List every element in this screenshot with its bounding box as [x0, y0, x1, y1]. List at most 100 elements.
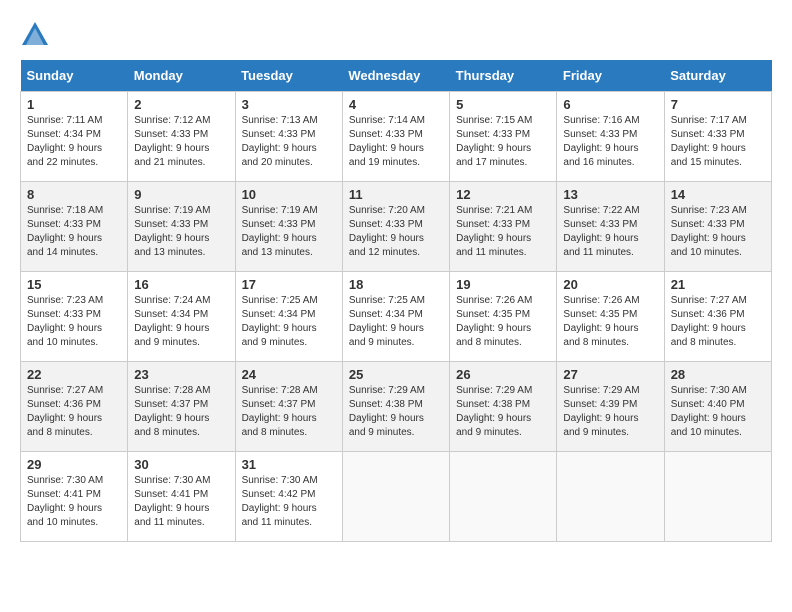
- calendar-cell: [450, 452, 557, 542]
- logo-icon: [20, 20, 50, 50]
- day-number: 23: [134, 367, 228, 382]
- day-info: Sunrise: 7:20 AMSunset: 4:33 PMDaylight:…: [349, 204, 443, 260]
- day-number: 21: [671, 277, 765, 292]
- calendar-cell: 18 Sunrise: 7:25 AMSunset: 4:34 PMDayligh…: [342, 272, 449, 362]
- page-header: [20, 20, 772, 50]
- day-number: 10: [242, 187, 336, 202]
- calendar-cell: 2Sunrise: 7:12 AMSunset: 4:33 PMDaylight…: [128, 92, 235, 182]
- day-info: Sunrise: 7:25 AMSunset: 4:34 PMDaylight:…: [242, 294, 336, 350]
- day-info: Sunrise: 7:13 AMSunset: 4:33 PMDaylight:…: [242, 114, 336, 170]
- day-number: 18: [349, 277, 443, 292]
- day-number: 13: [563, 187, 657, 202]
- day-info: Sunrise: 7:29 AMSunset: 4:38 PMDaylight:…: [349, 384, 443, 440]
- calendar-cell: 5Sunrise: 7:15 AMSunset: 4:33 PMDaylight…: [450, 92, 557, 182]
- day-number: 22: [27, 367, 121, 382]
- day-info: Sunrise: 7:26 AMSunset: 4:35 PMDaylight:…: [563, 294, 657, 350]
- day-number: 6: [563, 97, 657, 112]
- col-header-sunday: Sunday: [21, 60, 128, 92]
- calendar-cell: 9 Sunrise: 7:19 AMSunset: 4:33 PMDaylight…: [128, 182, 235, 272]
- day-info: Sunrise: 7:28 AMSunset: 4:37 PMDaylight:…: [134, 384, 228, 440]
- day-info: Sunrise: 7:19 AMSunset: 4:33 PMDaylight:…: [242, 204, 336, 260]
- calendar-cell: 4 Sunrise: 7:14 AMSunset: 4:33 PMDaylight…: [342, 92, 449, 182]
- day-info: Sunrise: 7:22 AMSunset: 4:33 PMDaylight:…: [563, 204, 657, 260]
- calendar-cell: 20 Sunrise: 7:26 AMSunset: 4:35 PMDayligh…: [557, 272, 664, 362]
- day-info: Sunrise: 7:27 AMSunset: 4:36 PMDaylight:…: [27, 384, 121, 440]
- day-number: 30: [134, 457, 228, 472]
- day-info: Sunrise: 7:28 AMSunset: 4:37 PMDaylight:…: [242, 384, 336, 440]
- day-number: 11: [349, 187, 443, 202]
- calendar-cell: 22 Sunrise: 7:27 AMSunset: 4:36 PMDayligh…: [21, 362, 128, 452]
- col-header-saturday: Saturday: [664, 60, 771, 92]
- calendar-cell: 11 Sunrise: 7:20 AMSunset: 4:33 PMDayligh…: [342, 182, 449, 272]
- day-info: Sunrise: 7:24 AMSunset: 4:34 PMDaylight:…: [134, 294, 228, 350]
- day-number: 14: [671, 187, 765, 202]
- calendar-table: SundayMondayTuesdayWednesdayThursdayFrid…: [20, 60, 772, 542]
- calendar-cell: 26 Sunrise: 7:29 AMSunset: 4:38 PMDayligh…: [450, 362, 557, 452]
- calendar-cell: 6Sunrise: 7:16 AMSunset: 4:33 PMDaylight…: [557, 92, 664, 182]
- day-number: 19: [456, 277, 550, 292]
- day-info: Sunrise: 7:30 AMSunset: 4:41 PMDaylight:…: [134, 474, 228, 530]
- day-info: Sunrise: 7:23 AMSunset: 4:33 PMDaylight:…: [671, 204, 765, 260]
- calendar-cell: 16 Sunrise: 7:24 AMSunset: 4:34 PMDayligh…: [128, 272, 235, 362]
- day-info: Sunrise: 7:26 AMSunset: 4:35 PMDaylight:…: [456, 294, 550, 350]
- calendar-cell: 15 Sunrise: 7:23 AMSunset: 4:33 PMDayligh…: [21, 272, 128, 362]
- calendar-cell: 13 Sunrise: 7:22 AMSunset: 4:33 PMDayligh…: [557, 182, 664, 272]
- day-info: Sunrise: 7:25 AMSunset: 4:34 PMDaylight:…: [349, 294, 443, 350]
- col-header-wednesday: Wednesday: [342, 60, 449, 92]
- calendar-cell: 10 Sunrise: 7:19 AMSunset: 4:33 PMDayligh…: [235, 182, 342, 272]
- calendar-cell: 14 Sunrise: 7:23 AMSunset: 4:33 PMDayligh…: [664, 182, 771, 272]
- day-info: Sunrise: 7:19 AMSunset: 4:33 PMDaylight:…: [134, 204, 228, 260]
- logo: [20, 20, 54, 50]
- day-info: Sunrise: 7:21 AMSunset: 4:33 PMDaylight:…: [456, 204, 550, 260]
- day-number: 31: [242, 457, 336, 472]
- day-info: Sunrise: 7:23 AMSunset: 4:33 PMDaylight:…: [27, 294, 121, 350]
- day-info: Sunrise: 7:27 AMSunset: 4:36 PMDaylight:…: [671, 294, 765, 350]
- day-number: 20: [563, 277, 657, 292]
- calendar-cell: 25 Sunrise: 7:29 AMSunset: 4:38 PMDayligh…: [342, 362, 449, 452]
- col-header-monday: Monday: [128, 60, 235, 92]
- day-number: 1: [27, 97, 121, 112]
- day-number: 5: [456, 97, 550, 112]
- day-info: Sunrise: 7:30 AMSunset: 4:42 PMDaylight:…: [242, 474, 336, 530]
- day-number: 24: [242, 367, 336, 382]
- calendar-cell: 8 Sunrise: 7:18 AMSunset: 4:33 PMDaylight…: [21, 182, 128, 272]
- day-info: Sunrise: 7:12 AMSunset: 4:33 PMDaylight:…: [134, 114, 228, 170]
- day-info: Sunrise: 7:17 AMSunset: 4:33 PMDaylight:…: [671, 114, 765, 170]
- calendar-cell: 1Sunrise: 7:11 AMSunset: 4:34 PMDaylight…: [21, 92, 128, 182]
- day-number: 28: [671, 367, 765, 382]
- calendar-cell: [557, 452, 664, 542]
- calendar-cell: 30 Sunrise: 7:30 AMSunset: 4:41 PMDayligh…: [128, 452, 235, 542]
- calendar-cell: 29 Sunrise: 7:30 AMSunset: 4:41 PMDayligh…: [21, 452, 128, 542]
- day-number: 25: [349, 367, 443, 382]
- calendar-cell: 23 Sunrise: 7:28 AMSunset: 4:37 PMDayligh…: [128, 362, 235, 452]
- day-number: 17: [242, 277, 336, 292]
- calendar-cell: 12 Sunrise: 7:21 AMSunset: 4:33 PMDayligh…: [450, 182, 557, 272]
- col-header-tuesday: Tuesday: [235, 60, 342, 92]
- calendar-cell: [342, 452, 449, 542]
- day-number: 4: [349, 97, 443, 112]
- calendar-cell: 17 Sunrise: 7:25 AMSunset: 4:34 PMDayligh…: [235, 272, 342, 362]
- calendar-cell: 24 Sunrise: 7:28 AMSunset: 4:37 PMDayligh…: [235, 362, 342, 452]
- day-number: 26: [456, 367, 550, 382]
- calendar-cell: 28 Sunrise: 7:30 AMSunset: 4:40 PMDayligh…: [664, 362, 771, 452]
- day-info: Sunrise: 7:18 AMSunset: 4:33 PMDaylight:…: [27, 204, 121, 260]
- day-info: Sunrise: 7:29 AMSunset: 4:38 PMDaylight:…: [456, 384, 550, 440]
- day-number: 16: [134, 277, 228, 292]
- day-number: 29: [27, 457, 121, 472]
- day-number: 12: [456, 187, 550, 202]
- day-info: Sunrise: 7:30 AMSunset: 4:40 PMDaylight:…: [671, 384, 765, 440]
- day-number: 8: [27, 187, 121, 202]
- day-number: 9: [134, 187, 228, 202]
- calendar-cell: 7Sunrise: 7:17 AMSunset: 4:33 PMDaylight…: [664, 92, 771, 182]
- calendar-cell: [664, 452, 771, 542]
- day-info: Sunrise: 7:30 AMSunset: 4:41 PMDaylight:…: [27, 474, 121, 530]
- day-info: Sunrise: 7:14 AMSunset: 4:33 PMDaylight:…: [349, 114, 443, 170]
- day-number: 15: [27, 277, 121, 292]
- col-header-thursday: Thursday: [450, 60, 557, 92]
- col-header-friday: Friday: [557, 60, 664, 92]
- calendar-cell: 31 Sunrise: 7:30 AMSunset: 4:42 PMDayligh…: [235, 452, 342, 542]
- calendar-cell: 19 Sunrise: 7:26 AMSunset: 4:35 PMDayligh…: [450, 272, 557, 362]
- calendar-cell: 21 Sunrise: 7:27 AMSunset: 4:36 PMDayligh…: [664, 272, 771, 362]
- calendar-cell: 27Sunrise: 7:29 AMSunset: 4:39 PMDayligh…: [557, 362, 664, 452]
- day-number: 27: [563, 367, 657, 382]
